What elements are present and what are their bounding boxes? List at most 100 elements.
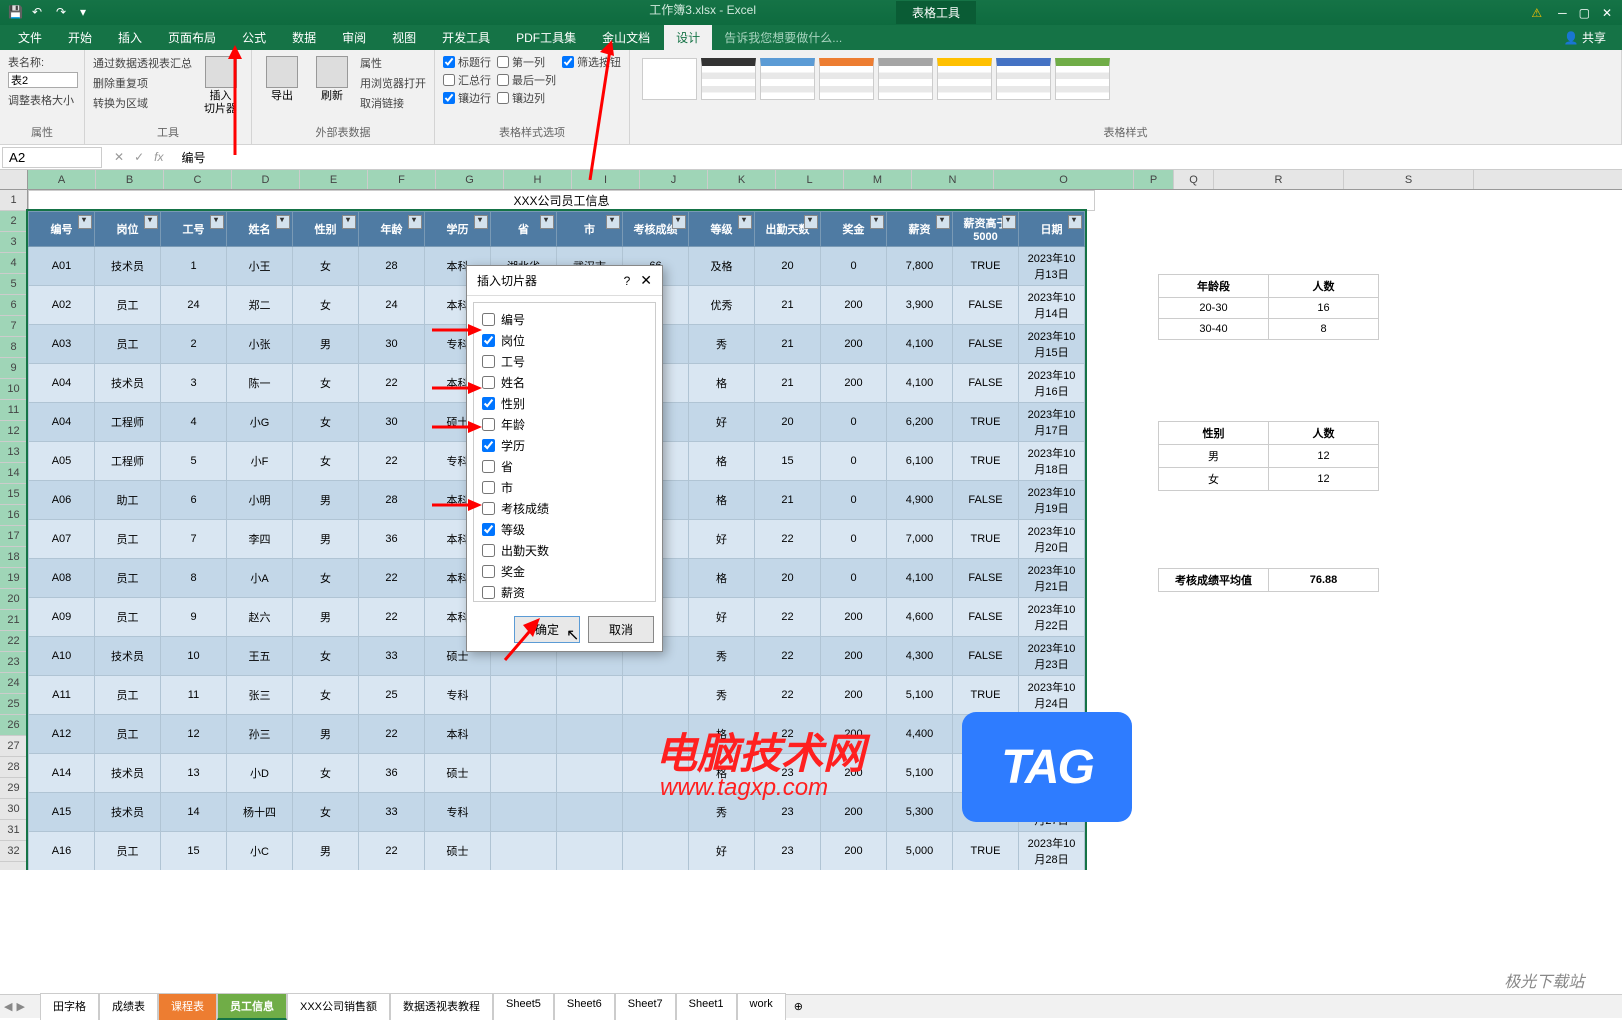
row-header[interactable]: 6: [0, 295, 27, 316]
row-header[interactable]: 21: [0, 610, 27, 631]
slicer-field-item[interactable]: 市: [478, 477, 651, 498]
table-cell[interactable]: 6,100: [887, 442, 953, 481]
table-cell[interactable]: 22: [755, 598, 821, 637]
filter-arrow-icon[interactable]: [342, 215, 356, 229]
col-header[interactable]: E: [300, 170, 368, 189]
table-cell[interactable]: 本科: [425, 715, 491, 754]
table-cell[interactable]: FALSE: [953, 637, 1019, 676]
filter-arrow-icon[interactable]: [1002, 215, 1016, 229]
slicer-checkbox[interactable]: [482, 355, 495, 368]
table-cell[interactable]: 技术员: [95, 364, 161, 403]
table-cell[interactable]: 格: [689, 481, 755, 520]
table-cell[interactable]: 10: [161, 637, 227, 676]
col-header[interactable]: K: [708, 170, 776, 189]
table-cell[interactable]: 3,900: [887, 286, 953, 325]
style-thumb[interactable]: [642, 58, 697, 100]
style-thumb[interactable]: [937, 58, 992, 100]
slicer-checkbox[interactable]: [482, 502, 495, 515]
table-cell[interactable]: 33: [359, 637, 425, 676]
table-cell[interactable]: 女: [293, 442, 359, 481]
row-header[interactable]: 20: [0, 589, 27, 610]
col-header[interactable]: H: [504, 170, 572, 189]
slicer-checkbox[interactable]: [482, 586, 495, 599]
redo-icon[interactable]: ↷: [56, 5, 72, 21]
table-cell[interactable]: 小明: [227, 481, 293, 520]
slicer-field-item[interactable]: 编号: [478, 309, 651, 330]
col-header[interactable]: C: [164, 170, 232, 189]
insert-slicer-button[interactable]: 插入 切片器: [198, 54, 243, 118]
filter-arrow-icon[interactable]: [1068, 215, 1082, 229]
table-cell[interactable]: 陈一: [227, 364, 293, 403]
table-cell[interactable]: 格: [689, 559, 755, 598]
table-cell[interactable]: 女: [293, 637, 359, 676]
table-cell[interactable]: A05: [29, 442, 95, 481]
slicer-field-item[interactable]: 年龄: [478, 414, 651, 435]
table-cell[interactable]: 24: [161, 286, 227, 325]
row-header[interactable]: 17: [0, 526, 27, 547]
row-header[interactable]: 15: [0, 484, 27, 505]
row-header[interactable]: 5: [0, 274, 27, 295]
table-cell[interactable]: TRUE: [953, 442, 1019, 481]
filter-arrow-icon[interactable]: [936, 215, 950, 229]
table-cell[interactable]: 女: [293, 403, 359, 442]
confirm-formula-icon[interactable]: ✓: [134, 150, 144, 164]
refresh-button[interactable]: 刷新: [310, 54, 354, 105]
table-cell[interactable]: [623, 676, 689, 715]
table-cell[interactable]: 小张: [227, 325, 293, 364]
sheet-tab[interactable]: Sheet1: [676, 993, 737, 1020]
table-header[interactable]: 考核成绩: [623, 212, 689, 247]
table-cell[interactable]: 2023年10月18日: [1019, 442, 1085, 481]
table-cell[interactable]: 200: [821, 598, 887, 637]
col-header[interactable]: N: [912, 170, 994, 189]
slicer-field-item[interactable]: 省: [478, 456, 651, 477]
table-cell[interactable]: A02: [29, 286, 95, 325]
col-header[interactable]: J: [640, 170, 708, 189]
table-header[interactable]: 日期: [1019, 212, 1085, 247]
table-cell[interactable]: 2023年10月20日: [1019, 520, 1085, 559]
sheet-nav-prev-icon[interactable]: ◀: [4, 1000, 12, 1013]
col-header[interactable]: O: [994, 170, 1134, 189]
row-header[interactable]: 14: [0, 463, 27, 484]
header-row-check[interactable]: 标题行: [443, 54, 491, 70]
select-all-corner[interactable]: [0, 170, 28, 189]
table-cell[interactable]: A10: [29, 637, 95, 676]
sheet-title-cell[interactable]: XXX公司员工信息: [28, 190, 1095, 211]
tell-me-input[interactable]: 告诉我您想要做什么...: [724, 29, 842, 46]
table-cell[interactable]: 赵六: [227, 598, 293, 637]
minimize-icon[interactable]: ─: [1558, 6, 1567, 20]
table-cell[interactable]: FALSE: [953, 286, 1019, 325]
table-cell[interactable]: 男: [293, 715, 359, 754]
sheet-tab[interactable]: 员工信息: [217, 993, 287, 1020]
style-thumb[interactable]: [1055, 58, 1110, 100]
filter-arrow-icon[interactable]: [804, 215, 818, 229]
table-cell[interactable]: 技术员: [95, 637, 161, 676]
slicer-field-item[interactable]: 学历: [478, 435, 651, 456]
table-cell[interactable]: 11: [161, 676, 227, 715]
table-cell[interactable]: 22: [755, 520, 821, 559]
slicer-checkbox[interactable]: [482, 313, 495, 326]
table-cell[interactable]: 2023年10月24日: [1019, 676, 1085, 715]
row-header[interactable]: 3: [0, 232, 27, 253]
table-cell[interactable]: 小王: [227, 247, 293, 286]
table-cell[interactable]: 2023年10月13日: [1019, 247, 1085, 286]
table-cell[interactable]: [557, 832, 623, 871]
tab-view[interactable]: 视图: [380, 25, 428, 50]
table-cell[interactable]: 2023年10月28日: [1019, 832, 1085, 871]
table-cell[interactable]: [491, 754, 557, 793]
table-cell[interactable]: [491, 793, 557, 832]
table-cell[interactable]: 22: [359, 598, 425, 637]
table-cell[interactable]: 女: [293, 793, 359, 832]
row-header[interactable]: 22: [0, 631, 27, 652]
table-header[interactable]: 年龄: [359, 212, 425, 247]
summary-age-table[interactable]: 年龄段人数 20-3016 30-408: [1158, 274, 1379, 340]
first-col-check[interactable]: 第一列: [497, 54, 556, 70]
table-cell[interactable]: [557, 754, 623, 793]
table-cell[interactable]: 秀: [689, 325, 755, 364]
table-cell[interactable]: 员工: [95, 520, 161, 559]
table-cell[interactable]: FALSE: [953, 598, 1019, 637]
slicer-field-item[interactable]: 性别: [478, 393, 651, 414]
table-cell[interactable]: 小G: [227, 403, 293, 442]
table-header[interactable]: 薪资: [887, 212, 953, 247]
filter-arrow-icon[interactable]: [408, 215, 422, 229]
table-cell[interactable]: 小A: [227, 559, 293, 598]
